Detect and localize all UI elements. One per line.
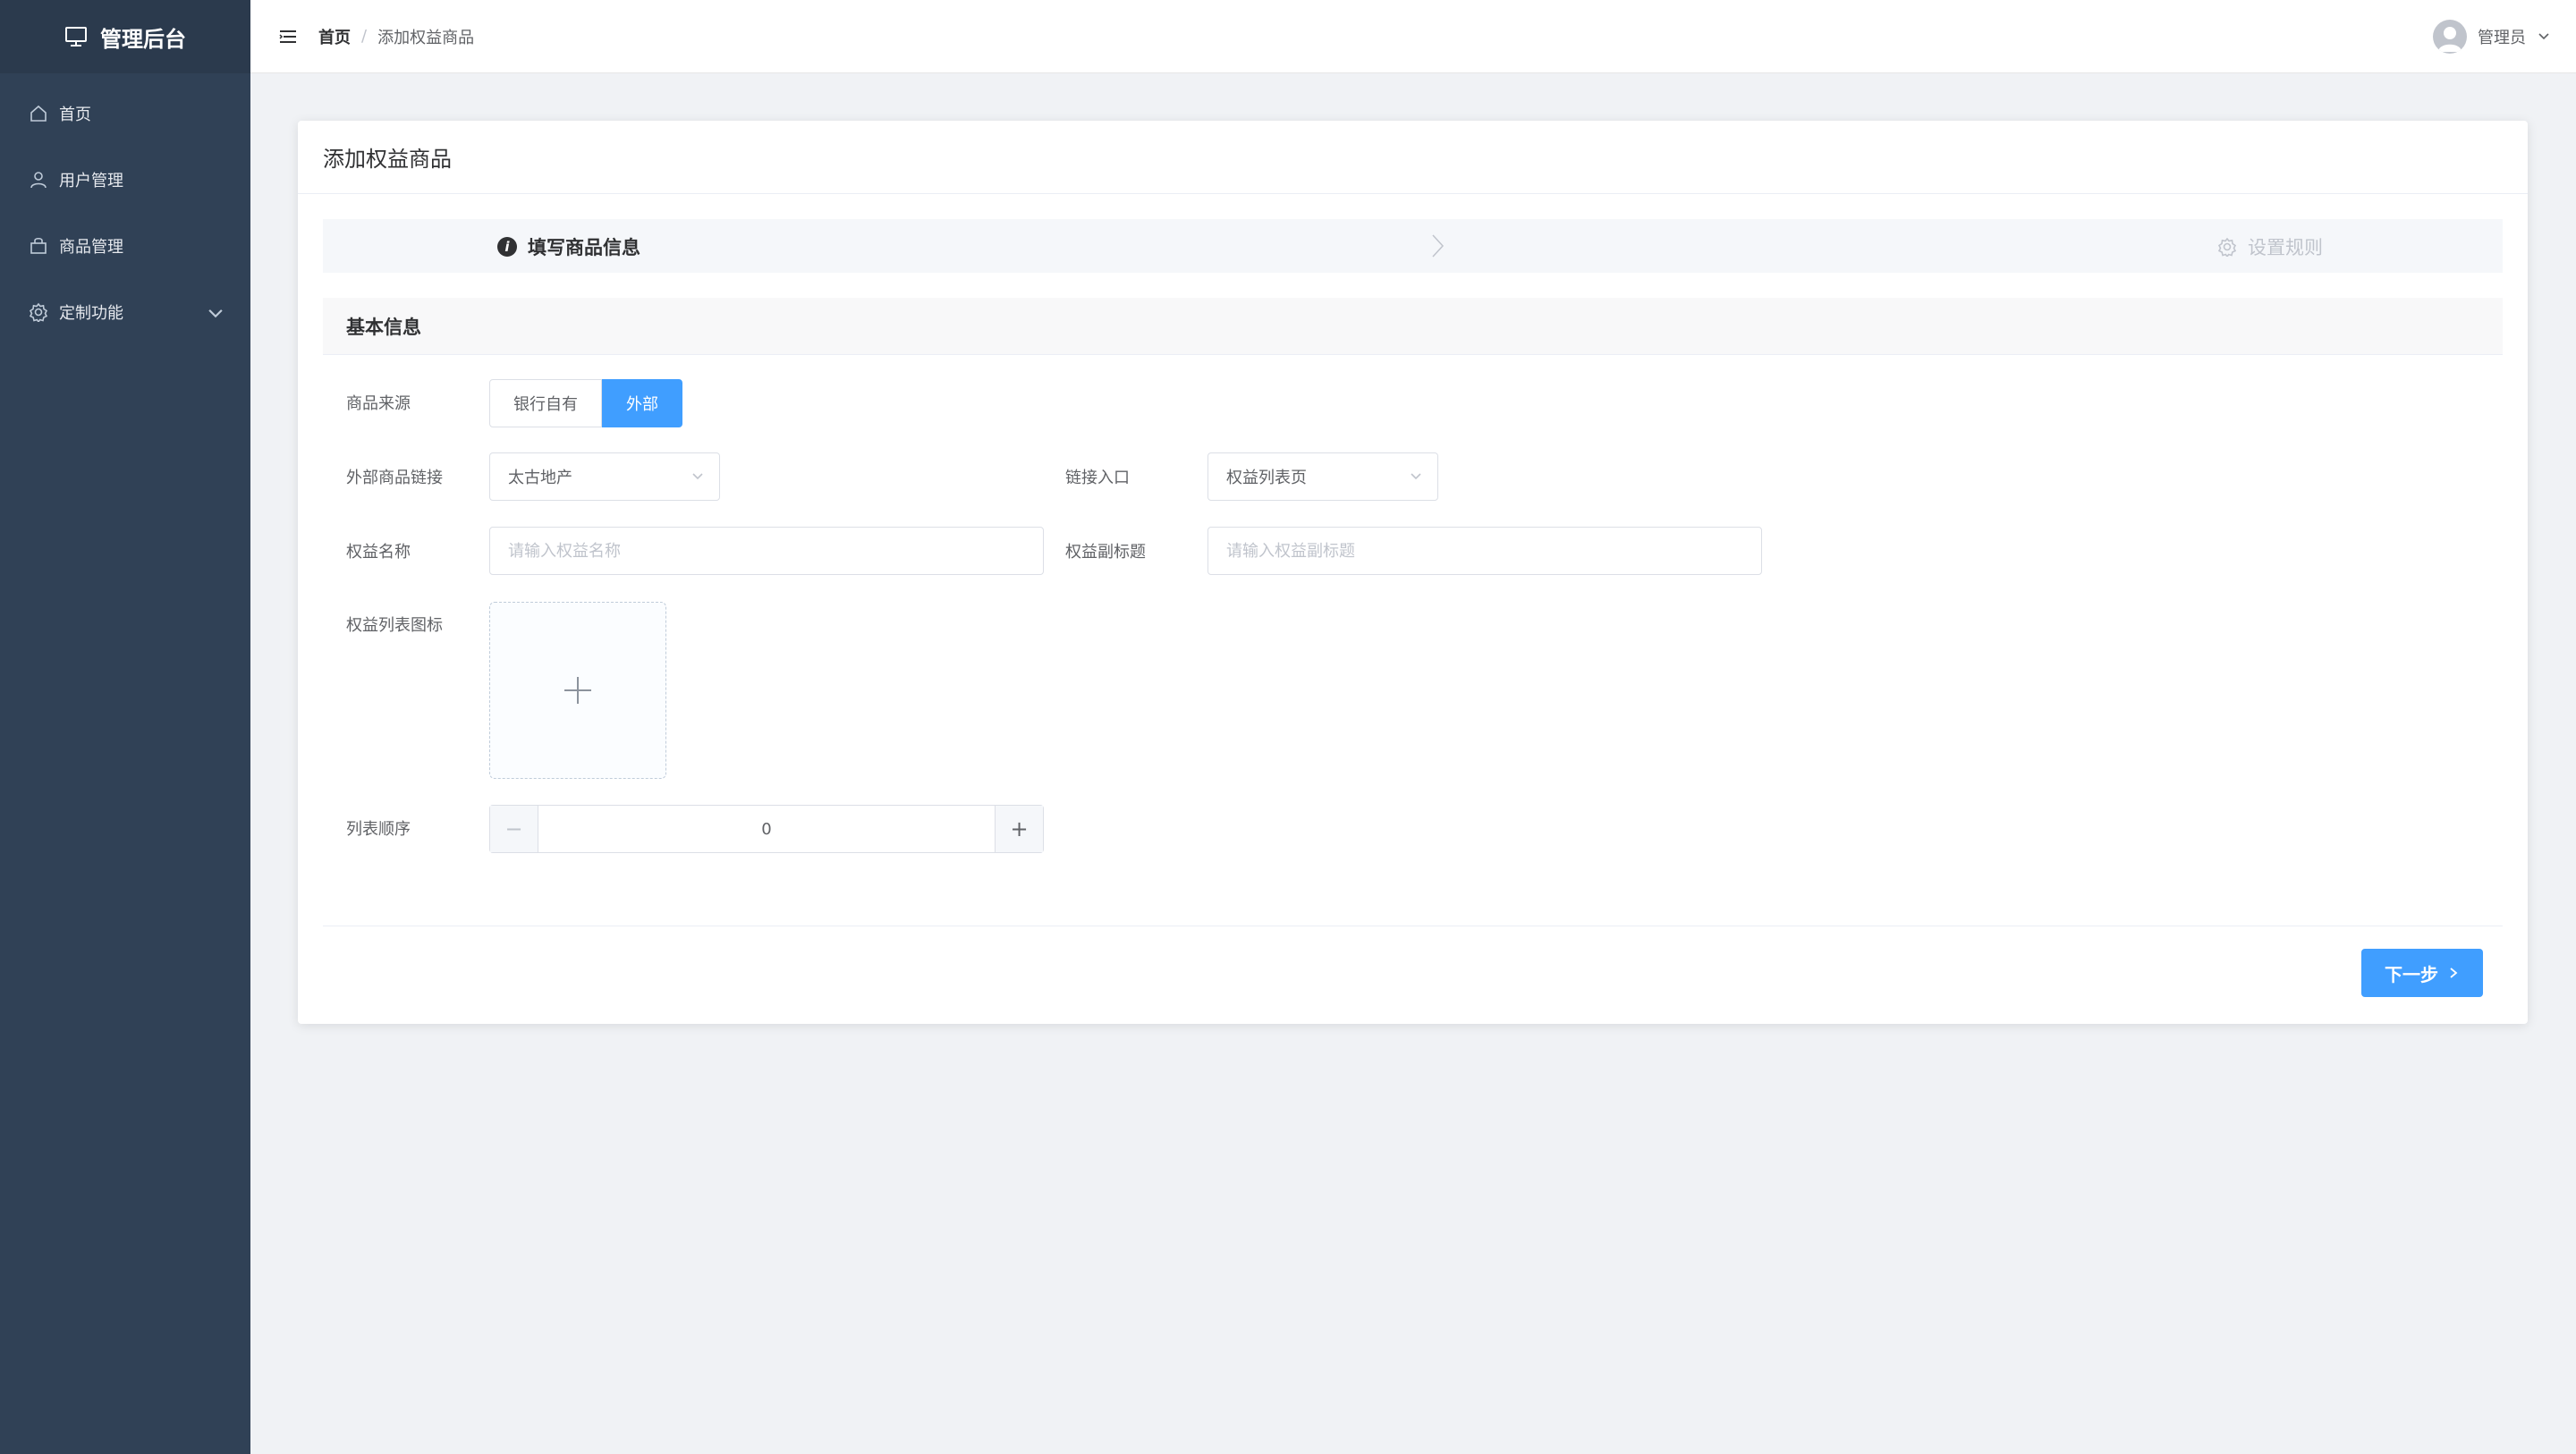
sidebar-item-label: 用户管理 xyxy=(59,172,123,190)
external-link-label: 外部商品链接 xyxy=(346,469,443,487)
bag-icon xyxy=(30,237,47,254)
icon-upload[interactable] xyxy=(489,602,666,779)
home-icon xyxy=(30,105,47,122)
step-label: 设置规则 xyxy=(2248,237,2323,258)
user-avatar-icon xyxy=(2438,27,2462,52)
app-logo[interactable]: 管理后台 xyxy=(0,0,250,73)
source-option-external[interactable]: 外部 xyxy=(602,379,682,427)
icon-label: 权益列表图标 xyxy=(346,616,443,635)
gear-icon xyxy=(29,302,48,322)
next-step-button[interactable]: 下一步 xyxy=(2361,949,2483,997)
order-label: 列表顺序 xyxy=(346,820,411,839)
info-icon: i xyxy=(497,237,517,257)
user-name: 管理员 xyxy=(2478,29,2526,47)
card-title: 添加权益商品 xyxy=(298,121,2528,194)
chevron-down-icon xyxy=(692,473,703,480)
monitor-icon xyxy=(65,27,87,46)
breadcrumb-separator: / xyxy=(361,27,368,46)
subtitle-input[interactable] xyxy=(1208,527,1762,575)
source-radio-group: 银行自有 外部 xyxy=(489,379,682,427)
name-input[interactable] xyxy=(489,527,1044,575)
sidebar-item-label: 商品管理 xyxy=(59,238,123,257)
external-link-value: 太古地产 xyxy=(508,469,572,487)
gear-icon xyxy=(2217,237,2237,257)
decrement-button[interactable]: − xyxy=(490,806,538,852)
step-label: 填写商品信息 xyxy=(528,237,640,258)
chevron-down-icon xyxy=(208,309,223,318)
next-step-label: 下一步 xyxy=(2385,963,2438,985)
section-title: 基本信息 xyxy=(323,298,2503,355)
plus-icon xyxy=(564,677,591,704)
step-fill-info: i 填写商品信息 xyxy=(497,233,640,260)
avatar xyxy=(2433,20,2467,54)
sidebar-item-label: 定制功能 xyxy=(59,304,123,323)
sidebar: 管理后台 首页 用户管理 商品管理 定制功能 xyxy=(0,0,250,1454)
breadcrumb: 首页 / 添加权益商品 xyxy=(318,25,474,48)
sidebar-item-products[interactable]: 商品管理 xyxy=(0,213,250,279)
chevron-down-icon xyxy=(2538,33,2549,40)
top-header: 首页 / 添加权益商品 管理员 xyxy=(250,0,2576,73)
increment-button[interactable]: + xyxy=(995,806,1043,852)
step-set-rules: 设置规则 xyxy=(2217,233,2323,260)
name-label: 权益名称 xyxy=(346,543,411,562)
source-label: 商品来源 xyxy=(346,394,411,413)
breadcrumb-home[interactable]: 首页 xyxy=(318,25,351,48)
user-menu[interactable]: 管理员 xyxy=(2433,20,2551,54)
link-entry-value: 权益列表页 xyxy=(1226,469,1307,487)
external-link-select[interactable]: 太古地产 xyxy=(489,452,720,501)
sidebar-item-users[interactable]: 用户管理 xyxy=(0,147,250,213)
user-icon xyxy=(30,172,47,189)
sidebar-item-custom[interactable]: 定制功能 xyxy=(0,279,250,345)
chevron-right-icon xyxy=(2450,968,2458,978)
order-stepper: − 0 + xyxy=(489,805,1044,853)
chevron-down-icon xyxy=(1411,473,1421,480)
subtitle-label: 权益副标题 xyxy=(1065,543,1146,562)
steps-bar: i 填写商品信息 设置规则 xyxy=(323,219,2503,273)
chevron-right-icon xyxy=(1432,234,1445,258)
link-entry-label: 链接入口 xyxy=(1065,469,1130,487)
order-value[interactable]: 0 xyxy=(538,806,995,852)
breadcrumb-current: 添加权益商品 xyxy=(377,28,475,47)
hamburger-icon[interactable] xyxy=(277,26,299,47)
sidebar-item-label: 首页 xyxy=(59,106,91,124)
sidebar-item-home[interactable]: 首页 xyxy=(0,80,250,147)
link-entry-select[interactable]: 权益列表页 xyxy=(1208,452,1438,501)
source-option-bank[interactable]: 银行自有 xyxy=(489,379,602,427)
form-card: 添加权益商品 i 填写商品信息 设置规则 基本信息 商品来源 银行自有 外部 外… xyxy=(298,121,2528,1024)
app-title: 管理后台 xyxy=(100,26,186,52)
